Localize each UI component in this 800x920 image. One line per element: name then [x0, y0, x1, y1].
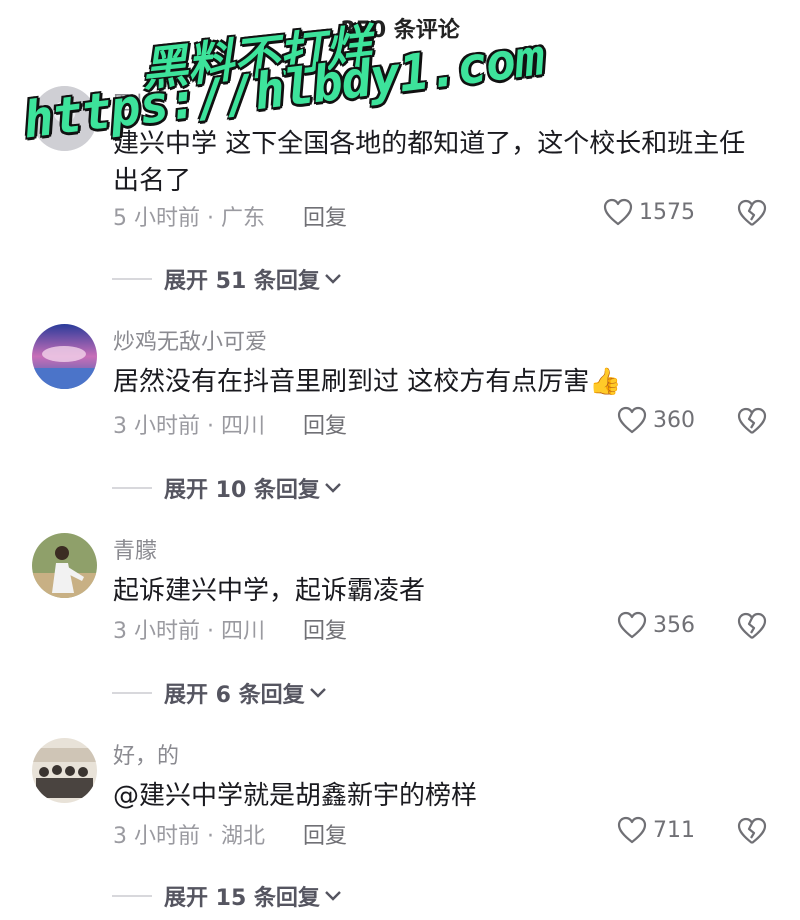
comment-username[interactable]: 四川 [113, 86, 157, 118]
heart-icon [617, 816, 647, 844]
comment-text: @建兴中学就是胡鑫新宇的榜样 [113, 781, 478, 811]
reply-button[interactable]: 回复 [303, 408, 347, 440]
reply-button[interactable]: 回复 [303, 613, 347, 645]
comment-count-title: 350 条评论 [340, 18, 460, 43]
chevron-down-icon [325, 274, 341, 284]
expand-replies-button[interactable]: 展开 15 条回复 [112, 880, 342, 912]
expand-divider [112, 692, 152, 694]
chevron-down-icon [309, 688, 326, 698]
like-button[interactable]: 360 [617, 406, 695, 434]
group-avatar-icon[interactable] [32, 738, 97, 803]
comment-meta: 5 小时前 · 广东 [113, 206, 265, 231]
expand-replies-button[interactable]: 展开 51 条回复 [112, 263, 342, 295]
heart-icon [603, 198, 633, 226]
comment-meta: 3 小时前 · 湖北 [113, 824, 265, 849]
expand-replies-label: 展开 6 条回复 [164, 683, 305, 708]
like-count: 711 [653, 817, 695, 843]
comment-username[interactable]: 炒鸡无敌小可爱 [113, 324, 267, 356]
comment-meta: 3 小时前 · 四川 [113, 619, 265, 644]
expand-replies-label: 展开 10 条回复 [164, 478, 320, 503]
comment-username[interactable]: 好，的 [113, 738, 179, 770]
comment-item: 炒鸡无敌小可爱 居然没有在抖音里刷到过 这校方有点厉害👍 3 小时前 · 四川 … [0, 324, 800, 529]
broken-heart-icon[interactable] [736, 198, 768, 228]
comments-header: 350 条评论 [0, 0, 800, 56]
expand-divider [112, 487, 152, 489]
expand-replies-button[interactable]: 展开 6 条回复 [112, 677, 327, 709]
like-count: 1575 [639, 199, 695, 225]
reply-button[interactable]: 回复 [303, 818, 347, 850]
broken-heart-icon[interactable] [736, 816, 768, 846]
comment-meta: 3 小时前 · 四川 [113, 414, 265, 439]
like-count: 356 [653, 612, 695, 638]
expand-divider [112, 278, 152, 280]
comment-item: 好，的 @建兴中学就是胡鑫新宇的榜样 3 小时前 · 湖北 回复 711 展开 … [0, 738, 800, 920]
broken-heart-icon[interactable] [736, 611, 768, 641]
sky-avatar-icon[interactable] [32, 324, 97, 389]
reply-button[interactable]: 回复 [303, 200, 347, 232]
default-avatar-icon[interactable] [32, 86, 97, 151]
expand-divider [112, 895, 152, 897]
like-button[interactable]: 711 [617, 816, 695, 844]
expand-replies-label: 展开 51 条回复 [164, 269, 320, 294]
expand-replies-label: 展开 15 条回复 [164, 886, 320, 911]
expand-replies-button[interactable]: 展开 10 条回复 [112, 472, 342, 504]
comment-text: 起诉建兴中学，起诉霸凌者 [113, 576, 426, 606]
broken-heart-icon[interactable] [736, 406, 768, 436]
like-count: 360 [653, 407, 695, 433]
chevron-down-icon [325, 483, 341, 493]
like-button[interactable]: 356 [617, 611, 695, 639]
comment-text: 建兴中学 这下全国各地的都知道了，这个校长和班主任出名了 [113, 129, 746, 196]
like-button[interactable]: 1575 [603, 198, 695, 226]
chevron-down-icon [325, 891, 341, 901]
comment-username[interactable]: 青朦 [113, 533, 157, 565]
heart-icon [617, 406, 647, 434]
comment-text: 居然没有在抖音里刷到过 这校方有点厉害👍 [113, 367, 622, 397]
comment-item: 青朦 起诉建兴中学，起诉霸凌者 3 小时前 · 四川 回复 356 展开 6 条… [0, 533, 800, 738]
person-avatar-icon[interactable] [32, 533, 97, 598]
comment-item: 四川 建兴中学 这下全国各地的都知道了，这个校长和班主任出名了 5 小时前 · … [0, 86, 800, 294]
heart-icon [617, 611, 647, 639]
